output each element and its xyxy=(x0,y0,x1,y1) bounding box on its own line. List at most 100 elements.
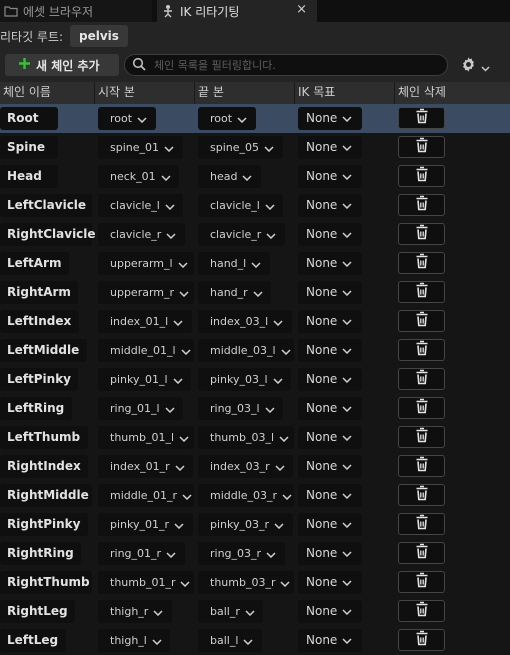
end-bone-dropdown[interactable]: clavicle_r xyxy=(198,223,285,246)
chain-row[interactable]: Head neck_01 head None xyxy=(0,162,510,191)
delete-chain-button[interactable] xyxy=(398,223,445,245)
start-bone-dropdown[interactable]: spine_01 xyxy=(98,136,183,159)
ik-goal-dropdown[interactable]: None xyxy=(298,542,362,565)
chain-row[interactable]: RightLeg thigh_r ball_r None xyxy=(0,597,510,626)
chain-row[interactable]: RightIndex index_01_r index_03_r None xyxy=(0,452,510,481)
chain-row[interactable]: Root root root None xyxy=(0,104,510,133)
start-bone-dropdown[interactable]: thumb_01_r xyxy=(98,571,194,594)
end-bone-dropdown[interactable]: middle_03_l xyxy=(198,339,294,362)
start-bone-dropdown[interactable]: pinky_01_l xyxy=(98,368,191,391)
chain-row[interactable]: Spine spine_01 spine_05 None xyxy=(0,133,510,162)
end-bone-dropdown[interactable]: clavicle_l xyxy=(198,194,283,217)
search-input[interactable] xyxy=(154,58,434,72)
ik-goal-dropdown[interactable]: None xyxy=(298,426,362,449)
delete-chain-button[interactable] xyxy=(398,629,445,651)
chain-name-field[interactable]: Spine xyxy=(0,136,58,159)
delete-chain-button[interactable] xyxy=(398,194,445,216)
tab-ik-retargeting[interactable]: IK 리타기팅 × xyxy=(157,0,317,22)
ik-goal-dropdown[interactable]: None xyxy=(298,223,362,246)
add-chain-button[interactable]: 새 체인 추가 xyxy=(5,54,119,76)
chain-row[interactable]: RightThumb thumb_01_r thumb_03_r None xyxy=(0,568,510,597)
end-bone-dropdown[interactable]: ring_03_l xyxy=(198,397,283,420)
start-bone-dropdown[interactable]: thigh_r xyxy=(98,600,172,623)
column-header-ik-goal[interactable]: IK 목표 xyxy=(295,82,395,104)
end-bone-dropdown[interactable]: ring_03_r xyxy=(198,542,285,565)
ik-goal-dropdown[interactable]: None xyxy=(298,368,362,391)
end-bone-dropdown[interactable]: hand_r xyxy=(198,281,271,304)
end-bone-dropdown[interactable]: middle_03_r xyxy=(198,484,294,507)
chain-name-field[interactable]: RightPinky xyxy=(0,513,88,536)
ik-goal-dropdown[interactable]: None xyxy=(298,310,362,333)
chain-name-field[interactable]: LeftLeg xyxy=(0,629,66,652)
start-bone-dropdown[interactable]: ring_01_l xyxy=(98,397,183,420)
start-bone-dropdown[interactable]: root xyxy=(98,107,156,130)
delete-chain-button[interactable] xyxy=(398,426,445,448)
chain-name-field[interactable]: LeftPinky xyxy=(0,368,78,391)
end-bone-dropdown[interactable]: pinky_03_r xyxy=(198,513,293,536)
chain-name-field[interactable]: RightClavicle xyxy=(0,223,96,246)
chain-row[interactable]: LeftPinky pinky_01_l pinky_03_l None xyxy=(0,365,510,394)
delete-chain-button[interactable] xyxy=(398,339,445,361)
delete-chain-button[interactable] xyxy=(398,165,445,187)
chain-row[interactable]: LeftMiddle middle_01_l middle_03_l None xyxy=(0,336,510,365)
settings-button[interactable] xyxy=(460,56,490,77)
ik-goal-dropdown[interactable]: None xyxy=(298,513,362,536)
delete-chain-button[interactable] xyxy=(398,136,445,158)
ik-goal-dropdown[interactable]: None xyxy=(298,339,362,362)
delete-chain-button[interactable] xyxy=(398,571,445,593)
chain-row[interactable]: LeftThumb thumb_01_l thumb_03_l None xyxy=(0,423,510,452)
chain-name-field[interactable]: LeftMiddle xyxy=(0,339,87,362)
column-header-start-bone[interactable]: 시작 본 xyxy=(95,82,195,104)
end-bone-dropdown[interactable]: index_03_l xyxy=(198,310,292,333)
chain-name-field[interactable]: RightIndex xyxy=(0,455,88,478)
chain-row[interactable]: LeftLeg thigh_l ball_l None xyxy=(0,626,510,655)
start-bone-dropdown[interactable]: pinky_01_r xyxy=(98,513,193,536)
ik-goal-dropdown[interactable]: None xyxy=(298,165,362,188)
start-bone-dropdown[interactable]: middle_01_r xyxy=(98,484,194,507)
end-bone-dropdown[interactable]: index_03_r xyxy=(198,455,293,478)
ik-goal-dropdown[interactable]: None xyxy=(298,455,362,478)
ik-goal-dropdown[interactable]: None xyxy=(298,629,362,652)
end-bone-dropdown[interactable]: hand_l xyxy=(198,252,270,275)
start-bone-dropdown[interactable]: index_01_r xyxy=(98,455,193,478)
start-bone-dropdown[interactable]: clavicle_l xyxy=(98,194,183,217)
start-bone-dropdown[interactable]: upperarm_r xyxy=(98,281,194,304)
column-header-delete-chain[interactable]: 체인 삭제 xyxy=(395,82,510,104)
close-icon[interactable]: × xyxy=(296,2,307,17)
chain-name-field[interactable]: LeftClavicle xyxy=(0,194,92,217)
start-bone-dropdown[interactable]: ring_01_r xyxy=(98,542,185,565)
end-bone-dropdown[interactable]: head xyxy=(198,165,261,188)
chain-row[interactable]: LeftArm upperarm_l hand_l None xyxy=(0,249,510,278)
delete-chain-button[interactable] xyxy=(398,397,445,419)
column-header-end-bone[interactable]: 끝 본 xyxy=(195,82,295,104)
retarget-root-value[interactable]: pelvis xyxy=(70,25,128,47)
tab-asset-browser[interactable]: 에셋 브라우저 xyxy=(0,0,152,22)
delete-chain-button[interactable] xyxy=(398,455,445,477)
chain-name-field[interactable]: LeftThumb xyxy=(0,426,88,449)
chain-name-field[interactable]: RightLeg xyxy=(0,600,75,623)
chain-name-field[interactable]: LeftRing xyxy=(0,397,72,420)
chain-row[interactable]: RightMiddle middle_01_r middle_03_r None xyxy=(0,481,510,510)
delete-chain-button[interactable] xyxy=(398,484,445,506)
end-bone-dropdown[interactable]: root xyxy=(198,107,256,130)
end-bone-dropdown[interactable]: ball_r xyxy=(198,600,263,623)
start-bone-dropdown[interactable]: upperarm_l xyxy=(98,252,194,275)
end-bone-dropdown[interactable]: pinky_03_l xyxy=(198,368,291,391)
chain-row[interactable]: RightClavicle clavicle_r clavicle_r None xyxy=(0,220,510,249)
start-bone-dropdown[interactable]: middle_01_l xyxy=(98,339,194,362)
start-bone-dropdown[interactable]: index_01_l xyxy=(98,310,192,333)
chain-name-field[interactable]: RightMiddle xyxy=(0,484,92,507)
delete-chain-button[interactable] xyxy=(398,107,445,129)
chain-row[interactable]: LeftClavicle clavicle_l clavicle_l None xyxy=(0,191,510,220)
chain-row[interactable]: LeftRing ring_01_l ring_03_l None xyxy=(0,394,510,423)
chain-row[interactable]: RightRing ring_01_r ring_03_r None xyxy=(0,539,510,568)
ik-goal-dropdown[interactable]: None xyxy=(298,136,362,159)
start-bone-dropdown[interactable]: thigh_l xyxy=(98,629,170,652)
delete-chain-button[interactable] xyxy=(398,252,445,274)
delete-chain-button[interactable] xyxy=(398,310,445,332)
chain-name-field[interactable]: Root xyxy=(0,107,58,130)
end-bone-dropdown[interactable]: ball_l xyxy=(198,629,262,652)
delete-chain-button[interactable] xyxy=(398,368,445,390)
ik-goal-dropdown[interactable]: None xyxy=(298,107,362,130)
ik-goal-dropdown[interactable]: None xyxy=(298,194,362,217)
